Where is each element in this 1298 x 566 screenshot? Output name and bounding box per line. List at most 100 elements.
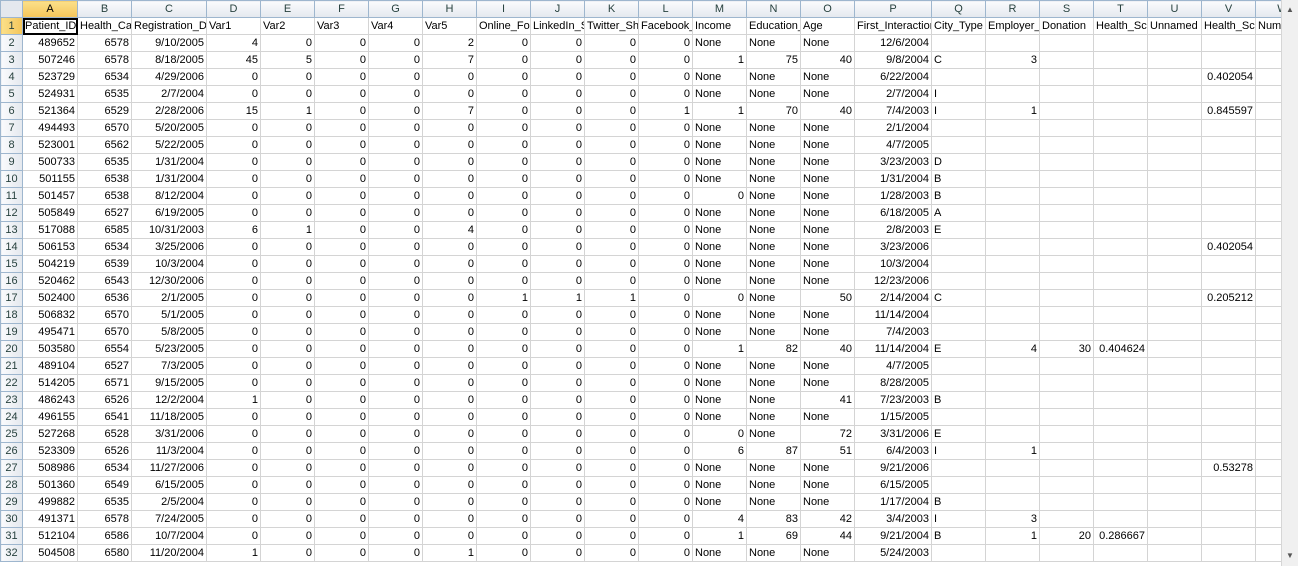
data-cell[interactable]: 0 — [314, 289, 369, 307]
data-cell[interactable]: 0 — [584, 306, 639, 324]
data-cell[interactable]: 5 — [260, 51, 315, 69]
data-cell[interactable]: None — [692, 170, 747, 188]
data-cell[interactable] — [985, 493, 1040, 511]
column-header-d[interactable]: D — [206, 0, 261, 18]
data-cell[interactable] — [985, 170, 1040, 188]
data-cell[interactable]: None — [800, 255, 855, 273]
column-header-s[interactable]: S — [1039, 0, 1094, 18]
column-header-m[interactable]: M — [692, 0, 747, 18]
data-cell[interactable] — [985, 221, 1040, 239]
data-cell[interactable]: 0 — [260, 238, 315, 256]
data-cell[interactable] — [931, 255, 986, 273]
data-cell[interactable] — [1093, 289, 1148, 307]
data-cell[interactable]: 0 — [476, 391, 531, 409]
data-cell[interactable]: 6538 — [77, 170, 132, 188]
data-cell[interactable]: 50 — [800, 289, 855, 307]
data-cell[interactable]: 69 — [746, 527, 801, 545]
data-cell[interactable] — [931, 408, 986, 426]
data-cell[interactable] — [985, 306, 1040, 324]
select-all-corner[interactable] — [0, 0, 23, 18]
data-cell[interactable]: 0 — [476, 51, 531, 69]
data-cell[interactable] — [1201, 255, 1256, 273]
data-cell[interactable] — [1039, 85, 1094, 103]
data-cell[interactable]: None — [692, 204, 747, 222]
data-cell[interactable]: 30 — [1039, 340, 1094, 358]
data-cell[interactable]: 7/24/2005 — [131, 510, 207, 528]
data-cell[interactable]: I — [931, 442, 986, 460]
row-header[interactable]: 11 — [0, 187, 23, 205]
data-cell[interactable] — [1147, 408, 1202, 426]
data-cell[interactable] — [1201, 442, 1256, 460]
data-cell[interactable]: 0 — [368, 204, 423, 222]
data-cell[interactable]: 6580 — [77, 544, 132, 562]
data-cell[interactable]: None — [692, 34, 747, 52]
data-cell[interactable] — [1093, 68, 1148, 86]
row-header[interactable]: 27 — [0, 459, 23, 477]
data-cell[interactable] — [931, 544, 986, 562]
data-cell[interactable]: 0 — [584, 68, 639, 86]
data-cell[interactable] — [1147, 306, 1202, 324]
data-cell[interactable] — [1147, 442, 1202, 460]
data-cell[interactable]: 0 — [314, 425, 369, 443]
data-cell[interactable]: 0 — [638, 153, 693, 171]
data-cell[interactable] — [1093, 51, 1148, 69]
data-cell[interactable]: None — [800, 357, 855, 375]
data-cell[interactable]: 6536 — [77, 289, 132, 307]
data-cell[interactable]: 0 — [260, 255, 315, 273]
column-title-cell[interactable]: City_Type — [931, 17, 986, 35]
data-cell[interactable]: 0 — [530, 476, 585, 494]
data-cell[interactable]: 0 — [530, 323, 585, 341]
data-cell[interactable]: None — [746, 272, 801, 290]
data-cell[interactable] — [1093, 374, 1148, 392]
data-cell[interactable]: 0 — [638, 255, 693, 273]
row-header[interactable]: 22 — [0, 374, 23, 392]
data-cell[interactable]: 7 — [422, 51, 477, 69]
data-cell[interactable]: 2/7/2004 — [131, 85, 207, 103]
data-cell[interactable] — [1147, 340, 1202, 358]
data-cell[interactable]: 8/12/2004 — [131, 187, 207, 205]
data-cell[interactable]: 45 — [206, 51, 261, 69]
data-cell[interactable]: None — [692, 374, 747, 392]
data-cell[interactable]: 1 — [692, 102, 747, 120]
data-cell[interactable]: B — [931, 170, 986, 188]
data-cell[interactable]: None — [746, 221, 801, 239]
data-cell[interactable]: 4/29/2006 — [131, 68, 207, 86]
data-cell[interactable] — [1201, 323, 1256, 341]
data-cell[interactable]: 41 — [800, 391, 855, 409]
data-cell[interactable]: 1 — [584, 289, 639, 307]
column-header-j[interactable]: J — [530, 0, 585, 18]
column-header-r[interactable]: R — [985, 0, 1040, 18]
data-cell[interactable] — [931, 459, 986, 477]
data-cell[interactable]: None — [800, 272, 855, 290]
data-cell[interactable]: 6549 — [77, 476, 132, 494]
data-cell[interactable] — [985, 136, 1040, 154]
data-cell[interactable]: None — [692, 255, 747, 273]
data-cell[interactable]: 0 — [584, 255, 639, 273]
row-header[interactable]: 2 — [0, 34, 23, 52]
column-header-h[interactable]: H — [422, 0, 477, 18]
data-cell[interactable]: 4 — [692, 510, 747, 528]
data-cell[interactable]: 0 — [476, 442, 531, 460]
row-header[interactable]: 25 — [0, 425, 23, 443]
data-cell[interactable] — [1093, 136, 1148, 154]
data-cell[interactable] — [1201, 272, 1256, 290]
data-cell[interactable]: 6578 — [77, 34, 132, 52]
data-cell[interactable]: 0 — [638, 238, 693, 256]
data-cell[interactable]: 0 — [476, 476, 531, 494]
data-cell[interactable]: 42 — [800, 510, 855, 528]
data-cell[interactable] — [1093, 255, 1148, 273]
column-header-u[interactable]: U — [1147, 0, 1202, 18]
vertical-scrollbar[interactable]: ▲ ▼ — [1281, 0, 1298, 566]
column-title-cell[interactable]: Age — [800, 17, 855, 35]
data-cell[interactable] — [985, 153, 1040, 171]
column-header-c[interactable]: C — [131, 0, 207, 18]
data-cell[interactable]: 507246 — [22, 51, 78, 69]
data-cell[interactable]: 0 — [476, 102, 531, 120]
data-cell[interactable]: 500733 — [22, 153, 78, 171]
data-cell[interactable]: 0 — [638, 51, 693, 69]
data-cell[interactable] — [1093, 204, 1148, 222]
data-cell[interactable]: None — [746, 85, 801, 103]
data-cell[interactable]: 3 — [985, 51, 1040, 69]
data-cell[interactable] — [1039, 272, 1094, 290]
data-cell[interactable]: 501457 — [22, 187, 78, 205]
